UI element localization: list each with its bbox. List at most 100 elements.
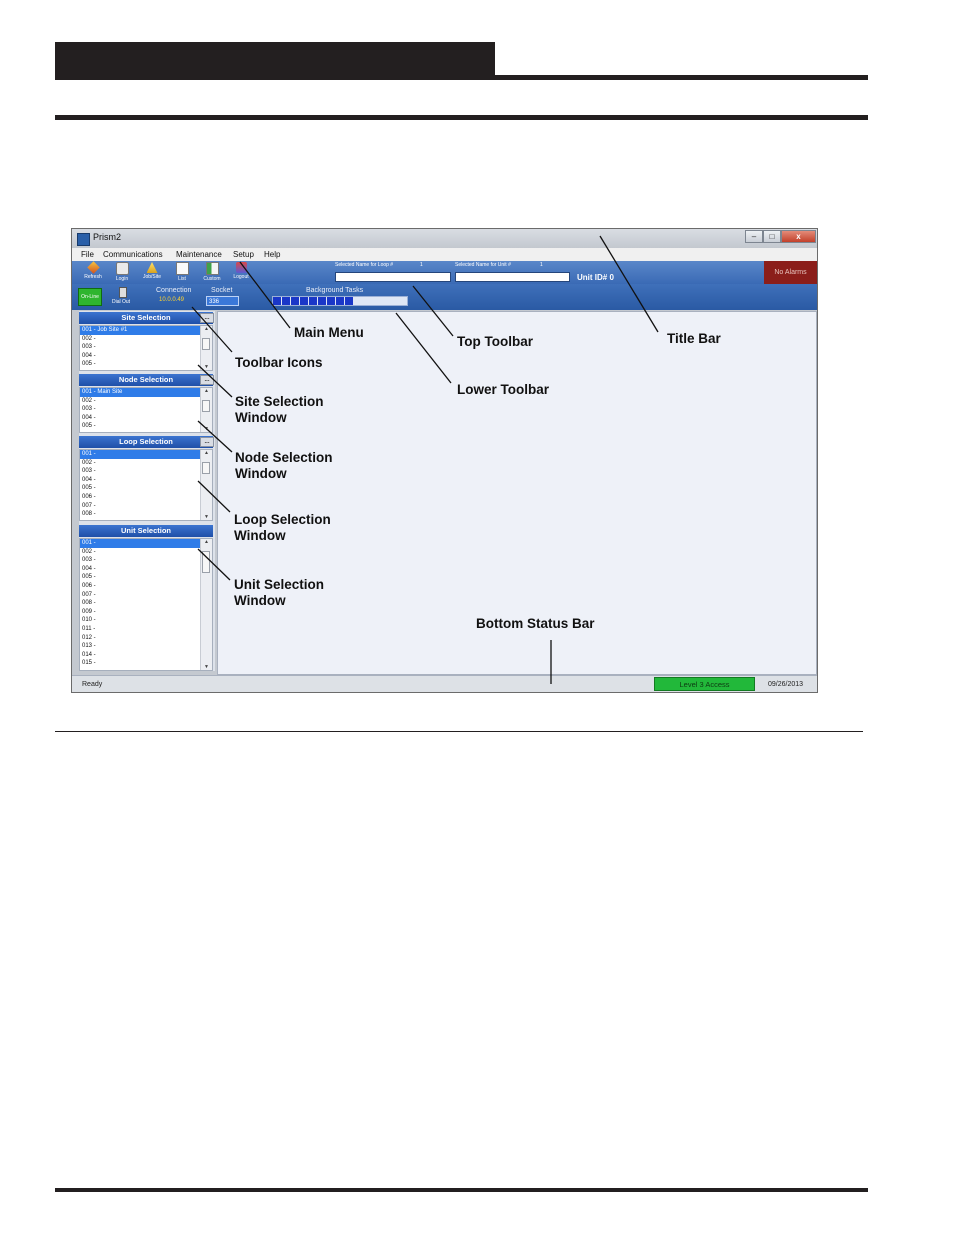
scroll-down-icon[interactable]: ▼ — [201, 426, 212, 432]
scroll-down-icon[interactable]: ▼ — [201, 664, 212, 670]
list-item[interactable]: 002 - — [80, 335, 212, 344]
scroll-thumb[interactable] — [202, 462, 210, 474]
unit-scrollbar[interactable]: ▲ ▼ — [200, 539, 212, 670]
callout-unit-selection: Unit Selection Window — [234, 577, 324, 609]
minimize-button[interactable]: – — [745, 230, 763, 243]
list-item[interactable]: 002 - — [80, 397, 212, 406]
menu-setup[interactable]: Setup — [233, 250, 254, 259]
alarms-indicator[interactable]: No Alarms — [764, 261, 817, 284]
background-tasks-progress — [272, 296, 408, 306]
connection-label: Connection — [156, 287, 192, 294]
list-item[interactable]: 003 - — [80, 405, 212, 414]
site-scrollbar[interactable]: ▲ ▼ — [200, 326, 212, 370]
scroll-up-icon[interactable]: ▲ — [201, 388, 212, 394]
list-item[interactable]: 013 - — [80, 642, 212, 651]
list-item[interactable]: 005 - — [80, 360, 212, 369]
refresh-icon — [86, 261, 100, 274]
unit-number: 1 — [540, 262, 543, 268]
list-item[interactable]: 001 - — [80, 539, 212, 548]
list-item[interactable]: 001 - — [80, 450, 212, 459]
list-item[interactable]: 004 - — [80, 414, 212, 423]
list-item[interactable]: 005 - — [80, 573, 212, 582]
list-item[interactable]: 002 - — [80, 548, 212, 557]
figure-rule — [55, 731, 863, 732]
scroll-down-icon[interactable]: ▼ — [201, 364, 212, 370]
list-item[interactable]: 008 - — [80, 510, 212, 519]
node-selection-title: Node Selection — [118, 375, 174, 384]
background-tasks-label: Background Tasks — [306, 287, 364, 294]
loop-selection-header: Loop Selection ... — [79, 436, 214, 448]
callout-site-selection: Site Selection Window — [235, 394, 324, 426]
node-selection-header: Node Selection ... — [79, 374, 214, 386]
list-item[interactable]: 012 - — [80, 634, 212, 643]
login-label: Login — [115, 276, 129, 282]
toolbar-custom-button[interactable]: Custom — [198, 262, 226, 282]
list-item[interactable]: 010 - — [80, 616, 212, 625]
scroll-up-icon[interactable]: ▲ — [201, 539, 212, 545]
list-item[interactable]: 005 - — [80, 422, 212, 431]
list-item[interactable]: 006 - — [80, 582, 212, 591]
list-item[interactable]: 007 - — [80, 591, 212, 600]
top-toolbar: Refresh Login Job/Site List Custom Logou… — [72, 261, 817, 284]
connection-value: 10.0.0.49 — [159, 297, 185, 303]
footer-rule — [55, 1188, 868, 1192]
logout-label: Logout — [233, 274, 249, 280]
callout-site-selection-line2: Window — [235, 410, 287, 425]
list-item[interactable]: 011 - — [80, 625, 212, 634]
list-item[interactable]: 003 - — [80, 343, 212, 352]
bottom-status-bar: Ready Level 3 Access 09/26/2013 — [72, 675, 817, 692]
scroll-thumb[interactable] — [202, 551, 210, 573]
loop-name-field[interactable] — [335, 272, 451, 282]
node-more-button[interactable]: ... — [200, 375, 214, 385]
phone-icon[interactable] — [119, 287, 127, 298]
scroll-down-icon[interactable]: ▼ — [201, 514, 212, 520]
maximize-button[interactable]: □ — [763, 230, 781, 243]
list-item[interactable]: 003 - — [80, 467, 212, 476]
list-item[interactable]: 015 - — [80, 659, 212, 668]
list-item[interactable]: 004 - — [80, 565, 212, 574]
toolbar-job-site-button[interactable]: Job/Site — [138, 262, 166, 280]
unit-name-field[interactable] — [455, 272, 570, 282]
unit-selection-header: Unit Selection — [79, 525, 213, 537]
loop-more-button[interactable]: ... — [200, 437, 214, 447]
list-item[interactable]: 005 - — [80, 484, 212, 493]
list-item[interactable]: 003 - — [80, 556, 212, 565]
callout-bottom-status-bar: Bottom Status Bar — [476, 616, 595, 631]
node-scrollbar[interactable]: ▲ ▼ — [200, 388, 212, 432]
scroll-up-icon[interactable]: ▲ — [201, 450, 212, 456]
menu-maintenance[interactable]: Maintenance — [176, 250, 222, 259]
list-item[interactable]: 009 - — [80, 608, 212, 617]
list-item[interactable]: 001 - Job Site #1 — [80, 326, 212, 335]
list-item[interactable]: 007 - — [80, 502, 212, 511]
status-date: 09/26/2013 — [768, 681, 804, 688]
callout-node-selection: Node Selection Window — [235, 450, 333, 482]
callout-top-toolbar: Top Toolbar — [457, 334, 533, 349]
menu-file[interactable]: File — [81, 250, 94, 259]
toolbar-list-button[interactable]: List — [168, 262, 196, 282]
callout-lower-toolbar: Lower Toolbar — [457, 382, 550, 397]
job-site-label: Job/Site — [142, 274, 162, 280]
list-item[interactable]: 006 - — [80, 493, 212, 502]
list-item[interactable]: 004 - — [80, 476, 212, 485]
scroll-thumb[interactable] — [202, 400, 210, 412]
list-item[interactable]: 001 - Main Site — [80, 388, 212, 397]
online-button[interactable]: On-Line — [78, 288, 102, 306]
menu-help[interactable]: Help — [264, 250, 280, 259]
list-item[interactable]: 008 - — [80, 599, 212, 608]
toolbar-login-button[interactable]: Login — [108, 262, 136, 282]
list-item[interactable]: 014 - — [80, 651, 212, 660]
toolbar-refresh-button[interactable]: Refresh — [79, 261, 107, 280]
menu-communications[interactable]: Communications — [103, 250, 163, 259]
scroll-up-icon[interactable]: ▲ — [201, 326, 212, 332]
close-button[interactable]: x — [781, 230, 816, 243]
site-more-button[interactable]: ... — [200, 313, 214, 323]
callout-loop-selection-line1: Loop Selection — [234, 512, 331, 527]
callout-node-selection-line1: Node Selection — [235, 450, 333, 465]
list-item[interactable]: 002 - — [80, 459, 212, 468]
scroll-thumb[interactable] — [202, 338, 210, 350]
toolbar-logout-button[interactable]: Logout — [227, 262, 255, 280]
callout-toolbar-icons: Toolbar Icons — [235, 355, 323, 370]
loop-selection-list: 001 -002 -003 -004 -005 -006 -007 -008 -… — [79, 449, 213, 521]
list-item[interactable]: 004 - — [80, 352, 212, 361]
loop-scrollbar[interactable]: ▲ ▼ — [200, 450, 212, 520]
